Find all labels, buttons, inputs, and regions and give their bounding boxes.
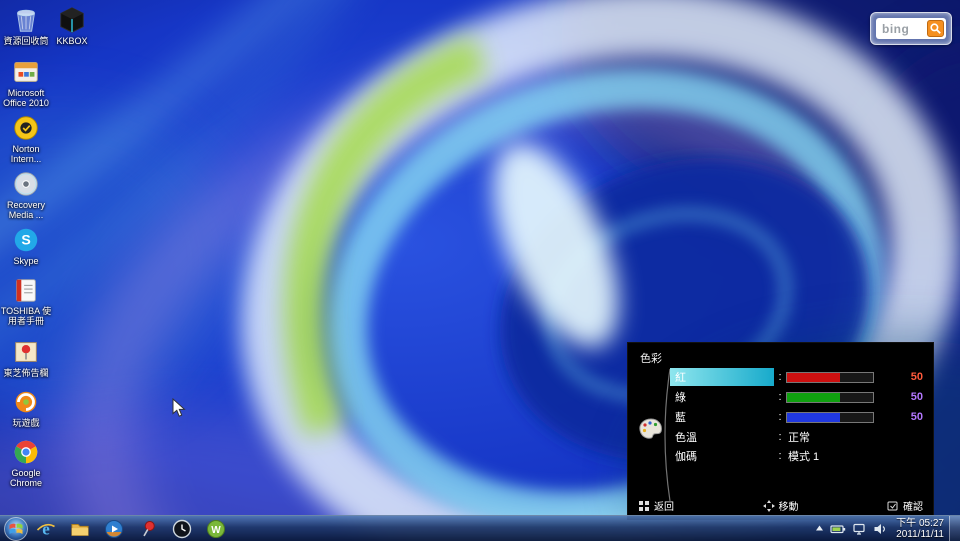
osd-red-bar — [786, 372, 874, 383]
pushpin-board-icon — [11, 337, 41, 367]
taskbar: e — [0, 515, 960, 541]
desktop-icon-label: 東芝佈告欄 — [0, 368, 52, 378]
osd-gamma-value: 模式 1 — [786, 448, 819, 464]
desktop-icon-label: Norton Intern... — [0, 144, 52, 164]
games-icon — [11, 387, 41, 417]
menu-grid-icon — [638, 500, 650, 512]
osd-color-temp-label: 色溫 — [670, 428, 774, 446]
taskbar-ie-button[interactable]: e — [29, 516, 63, 541]
chrome-icon — [11, 437, 41, 467]
svg-text:e: e — [42, 519, 50, 538]
disc-icon — [11, 169, 41, 199]
osd-slider-red: 紅 : 50 — [670, 367, 923, 387]
desktop-icon-toshiba-manual[interactable]: TOSHIBA 使用者手冊 — [0, 275, 52, 326]
desktop-icon-games[interactable]: 玩遊戲 — [0, 387, 52, 428]
separator: : — [774, 371, 786, 383]
desktop-icon-label: Microsoft Office 2010 — [0, 88, 52, 108]
office-icon — [11, 57, 41, 87]
recycle-bin-icon — [11, 5, 41, 35]
osd-blue-bar — [786, 412, 874, 423]
osd-green-value: 50 — [874, 391, 923, 403]
taskbar-pushpin-button[interactable] — [131, 516, 165, 541]
osd-slider-green: 綠 : 50 — [670, 387, 923, 407]
desktop-icon-recycle-bin[interactable]: 資源回收筒 — [0, 5, 52, 46]
osd-option-gamma: 伽碼 : 模式 1 — [670, 446, 923, 465]
desktop-icon-toshiba-bulletin[interactable]: 東芝佈告欄 — [0, 337, 52, 378]
folder-icon — [70, 519, 90, 539]
osd-blue-value: 50 — [874, 411, 923, 423]
bing-logo: bing — [882, 22, 909, 36]
svg-text:W: W — [211, 525, 221, 536]
desktop-icon-label: Recovery Media ... — [0, 200, 52, 220]
osd-slider-blue: 藍 : 50 — [670, 407, 923, 427]
confirm-icon — [887, 500, 899, 512]
osd-red-value: 50 — [874, 371, 923, 383]
clock-date: 2011/11/11 — [896, 529, 944, 540]
separator: : — [774, 431, 786, 443]
start-button[interactable] — [3, 516, 29, 541]
search-button[interactable] — [927, 20, 944, 37]
osd-footer-return: 返回 — [638, 498, 674, 513]
osd-color-temp-value: 正常 — [786, 429, 810, 445]
osd-green-label: 綠 — [670, 388, 774, 406]
media-player-icon — [104, 519, 124, 539]
osd-footer-move: 移動 — [763, 498, 799, 513]
search-icon — [929, 22, 942, 35]
osd-footer-confirm: 確認 — [887, 498, 923, 513]
w-app-icon: W — [206, 519, 226, 539]
move-arrows-icon — [763, 500, 775, 512]
desktop-icon-recovery-media[interactable]: Recovery Media ... — [0, 169, 52, 220]
osd-blue-label: 藍 — [670, 408, 774, 426]
norton-icon — [11, 113, 41, 143]
speaker-icon[interactable] — [873, 522, 888, 536]
separator: : — [774, 391, 786, 403]
monitor-osd-panel: 色彩 紅 : 50 綠 : — [627, 342, 934, 520]
taskbar-explorer-button[interactable] — [63, 516, 97, 541]
system-tray — [815, 522, 888, 536]
bing-search-gadget[interactable]: bing — [870, 12, 952, 45]
desktop-icon-skype[interactable]: S Skype — [0, 225, 52, 266]
separator: : — [774, 411, 786, 423]
osd-title: 色彩 — [640, 350, 662, 366]
osd-option-color-temp: 色溫 : 正常 — [670, 427, 923, 446]
osd-footer-move-label: 移動 — [779, 498, 799, 513]
desktop-icon-label: KKBOX — [46, 36, 98, 46]
osd-footer-confirm-label: 確認 — [903, 498, 923, 513]
taskbar-clock-app-button[interactable] — [165, 516, 199, 541]
desktop-icon-label: 玩遊戲 — [0, 418, 52, 428]
desktop-icon-label: 資源回收筒 — [0, 36, 52, 46]
separator: : — [774, 450, 786, 462]
desktop-icon-label: Google Chrome — [0, 468, 52, 488]
skype-icon: S — [11, 225, 41, 255]
kkbox-icon — [57, 5, 87, 35]
osd-green-bar — [786, 392, 874, 403]
osd-gamma-label: 伽碼 — [670, 447, 774, 465]
ie-icon: e — [36, 519, 56, 539]
clock-time: 下午 05:27 — [896, 518, 944, 529]
svg-text:S: S — [21, 232, 30, 248]
taskbar-w-app-button[interactable]: W — [199, 516, 233, 541]
desktop-icon-ms-office[interactable]: Microsoft Office 2010 — [0, 57, 52, 108]
desktop-icon-chrome[interactable]: Google Chrome — [0, 437, 52, 488]
desktop-icon-label: TOSHIBA 使用者手冊 — [0, 306, 52, 326]
show-hidden-icons-button[interactable] — [815, 524, 824, 533]
taskbar-clock[interactable]: 下午 05:27 2011/11/11 — [896, 518, 944, 540]
show-desktop-button[interactable] — [949, 516, 960, 541]
desktop-icon-label: Skype — [0, 256, 52, 266]
osd-red-label: 紅 — [670, 368, 774, 386]
osd-footer-return-label: 返回 — [654, 498, 674, 513]
desktop-icon-kkbox[interactable]: KKBOX — [46, 5, 98, 46]
book-icon — [11, 275, 41, 305]
windows-desktop: 資源回收筒 KKBOX Microsoft Office 2010 Norton… — [0, 0, 960, 541]
pushpin-icon — [138, 519, 158, 539]
desktop-icon-norton[interactable]: Norton Intern... — [0, 113, 52, 164]
osd-footer: 返回 移動 確認 — [638, 498, 923, 513]
network-icon[interactable] — [852, 522, 867, 536]
clock-app-icon — [172, 519, 192, 539]
windows-orb-icon — [3, 516, 29, 541]
taskbar-media-player-button[interactable] — [97, 516, 131, 541]
battery-icon[interactable] — [830, 522, 846, 536]
search-input[interactable]: bing — [876, 18, 946, 39]
